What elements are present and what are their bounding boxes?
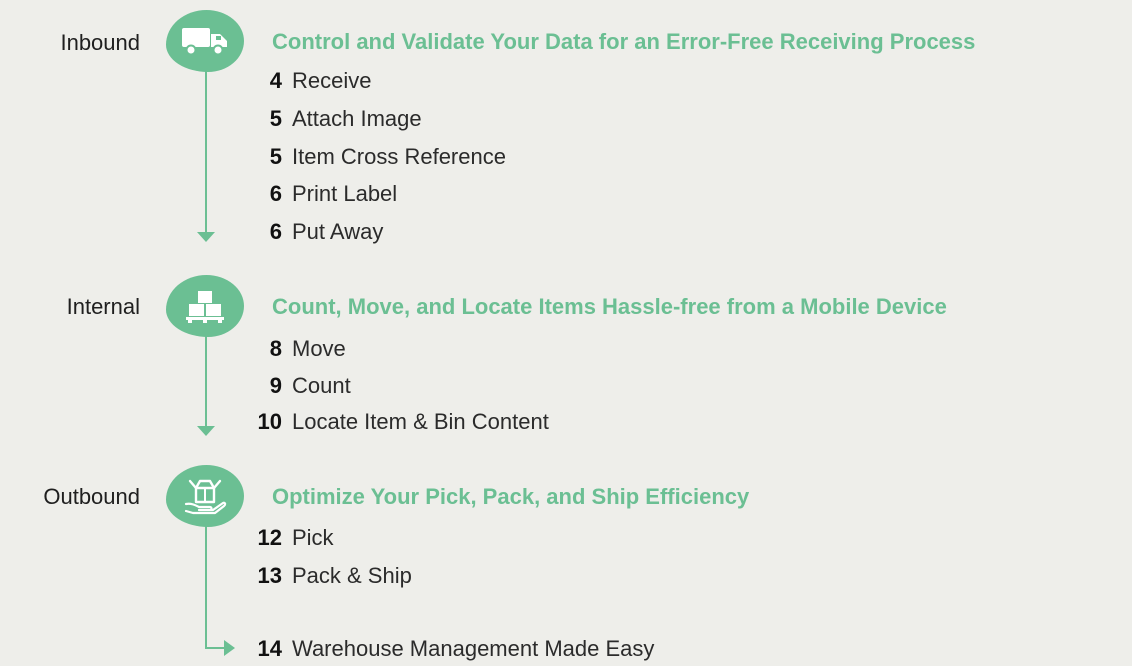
step-number: 5 bbox=[269, 144, 282, 169]
flow-connector-line bbox=[205, 332, 207, 426]
step-label: Pick bbox=[292, 525, 334, 550]
step-number: 4 bbox=[269, 68, 282, 93]
step-label: Pack & Ship bbox=[292, 563, 412, 588]
list-item: 5 Attach Image bbox=[256, 105, 422, 133]
list-item: 13 Pack & Ship bbox=[256, 562, 412, 590]
step-number: 13 bbox=[257, 563, 282, 588]
list-item: 6 Put Away bbox=[256, 218, 384, 246]
step-label: Print Label bbox=[292, 181, 398, 206]
step-label: Locate Item & Bin Content bbox=[292, 409, 549, 434]
list-item: 10 Locate Item & Bin Content bbox=[256, 408, 549, 436]
list-item: 8 Move bbox=[256, 335, 346, 363]
flow-connector-line bbox=[205, 66, 207, 232]
list-item: 9 Count bbox=[256, 372, 351, 400]
open-box-hand-icon bbox=[184, 479, 227, 515]
flow-arrow-right bbox=[224, 640, 235, 656]
step-number: 14 bbox=[257, 636, 282, 661]
step-number: 10 bbox=[257, 409, 282, 434]
step-number: 5 bbox=[269, 106, 282, 131]
step-label: Item Cross Reference bbox=[292, 144, 506, 169]
step-label: Attach Image bbox=[292, 106, 422, 131]
flow-connector-line bbox=[205, 522, 207, 649]
section-heading-internal: Count, Move, and Locate Items Hassle-fre… bbox=[272, 294, 947, 319]
step-label: Put Away bbox=[292, 219, 384, 244]
internal-icon-badge bbox=[166, 275, 244, 337]
section-label-inbound: Inbound bbox=[60, 30, 140, 55]
flow-arrow-down bbox=[197, 232, 215, 242]
step-label: Warehouse Management Made Easy bbox=[292, 636, 655, 661]
outbound-icon-badge bbox=[166, 465, 244, 527]
inbound-icon-badge bbox=[166, 10, 244, 72]
truck-icon bbox=[182, 28, 227, 56]
step-label: Move bbox=[292, 336, 346, 361]
list-item: 6 Print Label bbox=[256, 180, 397, 208]
section-label-internal: Internal bbox=[66, 294, 140, 319]
section-heading-inbound: Control and Validate Your Data for an Er… bbox=[272, 29, 976, 54]
final-list-item: 14 Warehouse Management Made Easy bbox=[256, 635, 655, 663]
step-number: 8 bbox=[269, 336, 282, 361]
section-heading-outbound: Optimize Your Pick, Pack, and Ship Effic… bbox=[272, 484, 750, 509]
pallet-boxes-icon bbox=[186, 291, 224, 323]
step-label: Receive bbox=[292, 68, 372, 93]
list-item: 4 Receive bbox=[256, 67, 372, 95]
step-number: 9 bbox=[269, 373, 282, 398]
step-label: Count bbox=[292, 373, 351, 398]
step-number: 6 bbox=[269, 219, 282, 244]
list-item: 5 Item Cross Reference bbox=[256, 143, 506, 171]
step-number: 6 bbox=[269, 181, 282, 206]
list-item: 12 Pick bbox=[256, 524, 334, 552]
step-number: 12 bbox=[257, 525, 282, 550]
flow-arrow-down bbox=[197, 426, 215, 436]
section-label-outbound: Outbound bbox=[43, 484, 140, 509]
